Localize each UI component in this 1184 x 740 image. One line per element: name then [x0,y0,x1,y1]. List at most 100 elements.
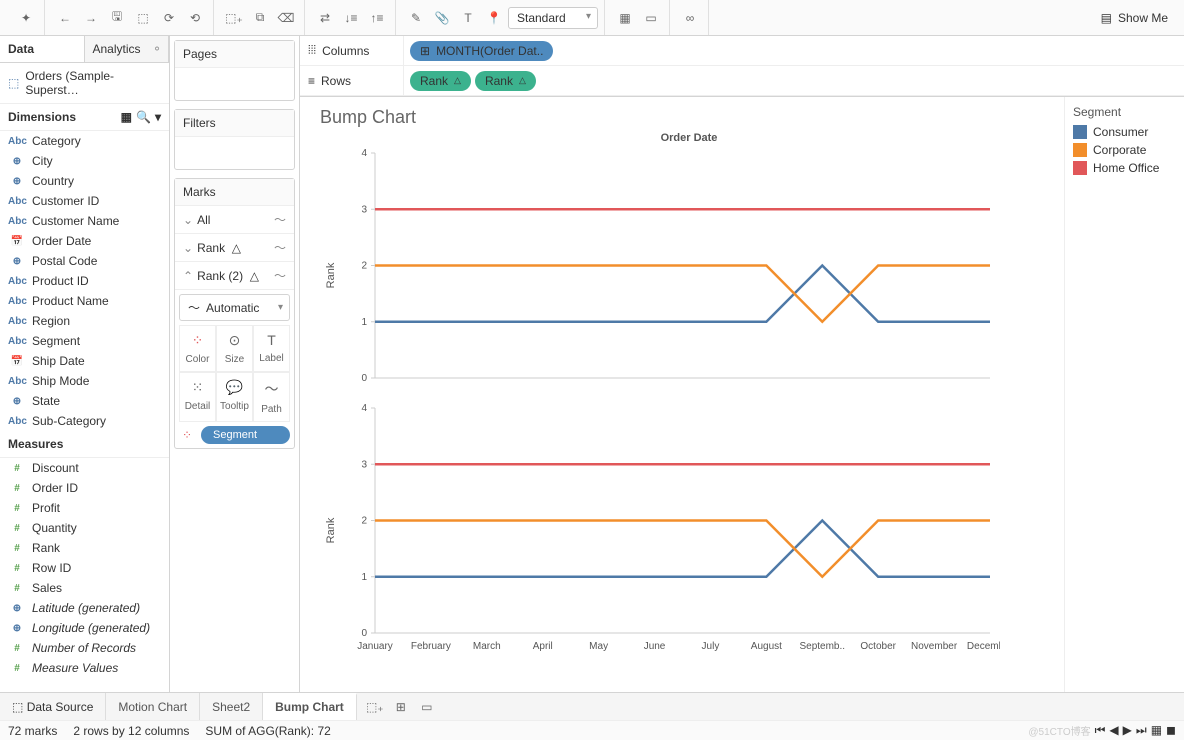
field-item[interactable]: ⊕Country [0,171,169,191]
field-item[interactable]: #Order ID [0,478,169,498]
columns-pill-month[interactable]: ⊞MONTH(Order Dat.. [410,41,553,61]
marks-rank1-row[interactable]: ⌄Rank △〜 [175,234,294,262]
mark-type-dropdown[interactable]: 〜Automatic [179,294,290,321]
num-icon: # [8,643,26,654]
nav-last-icon[interactable]: ⏭ [1136,723,1147,738]
abc-icon: Abc [8,316,26,327]
field-item[interactable]: 📅Order Date [0,231,169,251]
view-full-icon[interactable]: ◼ [1166,723,1176,738]
show-me-button[interactable]: ▤ Show Me [1093,11,1176,25]
data-tab[interactable]: Data [0,36,85,62]
field-item[interactable]: #Measure Values [0,658,169,678]
line-icon: 〜 [188,299,200,316]
field-item[interactable]: #Number of Records [0,638,169,658]
field-item[interactable]: ⊕Postal Code [0,251,169,271]
field-item[interactable]: ⊕Latitude (generated) [0,598,169,618]
marks-all-row[interactable]: ⌄All〜 [175,206,294,234]
legend-item[interactable]: Home Office [1073,161,1176,175]
chart-canvas[interactable]: 01234Rank01234RankJanuaryFebruaryMarchAp… [320,148,1058,692]
view-icon[interactable]: ▦ [121,110,132,124]
field-item[interactable]: AbcRegion [0,311,169,331]
line-icon: 〜 [274,239,286,256]
columns-shelf[interactable]: ⦙⦙⦙Columns ⊞MONTH(Order Dat.. [300,36,1184,66]
legend-item[interactable]: Consumer [1073,125,1176,139]
nav-next-icon[interactable]: ▶ [1123,723,1132,738]
cards-icon[interactable]: ▦ [613,6,637,30]
pages-shelf[interactable]: Pages [174,40,295,101]
back-icon[interactable]: ← [53,6,77,30]
group-icon[interactable]: 📎 [430,6,454,30]
new-dashboard-icon[interactable]: ⊞ [389,695,413,719]
view-grid-icon[interactable]: ▦ [1151,723,1162,738]
line-icon: 〜 [274,267,286,284]
field-item[interactable]: ⊕Longitude (generated) [0,618,169,638]
chart-title[interactable]: Bump Chart [320,107,1058,128]
field-item[interactable]: ⊕State [0,391,169,411]
labels-icon[interactable]: T [456,6,480,30]
rows-pill-rank2[interactable]: Rank△ [475,71,536,91]
marks-rank2-row[interactable]: ⌃Rank (2) △〜 [175,262,294,290]
filters-shelf[interactable]: Filters [174,109,295,170]
data-source-tab[interactable]: ⬚ Data Source [0,693,106,720]
legend-item[interactable]: Corporate [1073,143,1176,157]
analytics-tab[interactable]: Analytics [85,36,170,62]
duplicate-icon[interactable]: ⧉ [248,6,272,30]
sort-asc-icon[interactable]: ↓≡ [339,6,363,30]
pin-icon[interactable]: 📍 [482,6,506,30]
clear-icon[interactable]: ⌫ [274,6,298,30]
new-worksheet-icon[interactable]: ⬚₊ [222,6,246,30]
nav-first-icon[interactable]: ⏮ [1095,723,1106,738]
nav-prev-icon[interactable]: ◀ [1109,723,1118,738]
sheet-tab[interactable]: Motion Chart [106,693,200,720]
rows-pill-rank1[interactable]: Rank△ [410,71,471,91]
color-legend[interactable]: Segment ConsumerCorporateHome Office [1064,97,1184,692]
sheet-tab[interactable]: Sheet2 [200,693,263,720]
path-button[interactable]: 〜Path [253,372,290,422]
rows-shelf[interactable]: ≡Rows Rank△ Rank△ [300,66,1184,96]
field-item[interactable]: ⊕City [0,151,169,171]
field-item[interactable]: AbcProduct Name [0,291,169,311]
auto-update-icon[interactable]: ⟲ [183,6,207,30]
field-item[interactable]: AbcCategory [0,131,169,151]
field-item[interactable]: #Sales [0,578,169,598]
datasource-item[interactable]: ⬚ Orders (Sample-Superst… [0,63,169,104]
label-button[interactable]: TLabel [253,325,290,372]
detail-button[interactable]: ⁙Detail [179,372,216,422]
field-item[interactable]: 📅Ship Date [0,351,169,371]
presentation-icon[interactable]: ▭ [639,6,663,30]
sheet-tab-active[interactable]: Bump Chart [263,693,357,720]
field-item[interactable]: #Row ID [0,558,169,578]
share-icon[interactable]: ∞ [678,6,702,30]
segment-color-pill[interactable]: ⁘ Segment [179,426,290,444]
fit-dropdown[interactable]: Standard [508,7,598,29]
new-datasource-icon[interactable]: ⬚ [131,6,155,30]
forward-icon[interactable]: → [79,6,103,30]
field-item[interactable]: #Rank [0,538,169,558]
field-item[interactable]: #Quantity [0,518,169,538]
tableau-logo-icon[interactable]: ✦ [14,6,38,30]
svg-text:December: December [967,641,1000,652]
field-item[interactable]: AbcSegment [0,331,169,351]
tooltip-button[interactable]: 💬Tooltip [216,372,253,422]
field-item[interactable]: AbcSub-Category [0,411,169,431]
swap-icon[interactable]: ⇄ [313,6,337,30]
field-item[interactable]: AbcCustomer Name [0,211,169,231]
new-story-icon[interactable]: ▭ [415,695,439,719]
field-item[interactable]: AbcShip Mode [0,371,169,391]
field-item[interactable]: #Profit [0,498,169,518]
field-item[interactable]: #Discount [0,458,169,478]
svg-text:November: November [911,641,958,652]
color-button[interactable]: ⁘Color [179,325,216,372]
refresh-icon[interactable]: ⟳ [157,6,181,30]
highlight-icon[interactable]: ✎ [404,6,428,30]
menu-icon[interactable]: ▾ [155,110,161,124]
svg-text:February: February [411,641,451,652]
size-button[interactable]: ⊙Size [216,325,253,372]
search-icon[interactable]: 🔍 [136,110,151,124]
field-item[interactable]: AbcProduct ID [0,271,169,291]
field-item[interactable]: AbcCustomer ID [0,191,169,211]
new-sheet-icon[interactable]: ⬚₊ [363,695,387,719]
abc-icon: Abc [8,416,26,427]
sort-desc-icon[interactable]: ↑≡ [365,6,389,30]
save-icon[interactable]: 🖫 [105,6,129,30]
